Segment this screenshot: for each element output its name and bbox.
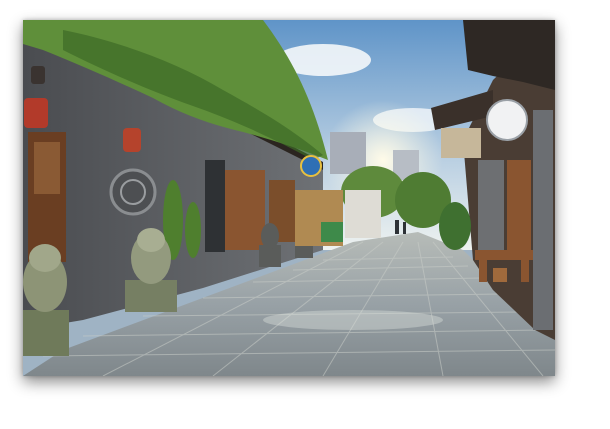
- brick-wall: [478, 160, 504, 260]
- red-lantern: [24, 98, 48, 128]
- white-building: [345, 190, 381, 238]
- photo-frame: [23, 20, 555, 376]
- wooden-door-panel: [34, 142, 60, 194]
- green-awning: [321, 222, 343, 242]
- balcony: [441, 128, 481, 158]
- hanging-lantern: [31, 66, 45, 84]
- brick-pillar: [533, 110, 553, 330]
- round-lattice-window: [109, 168, 157, 216]
- red-lantern: [123, 128, 141, 152]
- wet-reflection: [263, 310, 443, 330]
- wooden-shopfront: [223, 170, 265, 250]
- distant-tower: [330, 132, 366, 174]
- blue-round-sign: [300, 155, 322, 177]
- wooden-panel: [507, 160, 531, 260]
- potted-plant: [439, 202, 471, 250]
- round-white-sign: [486, 99, 528, 141]
- shop-window: [205, 160, 225, 252]
- street-scene-photo: [23, 20, 555, 376]
